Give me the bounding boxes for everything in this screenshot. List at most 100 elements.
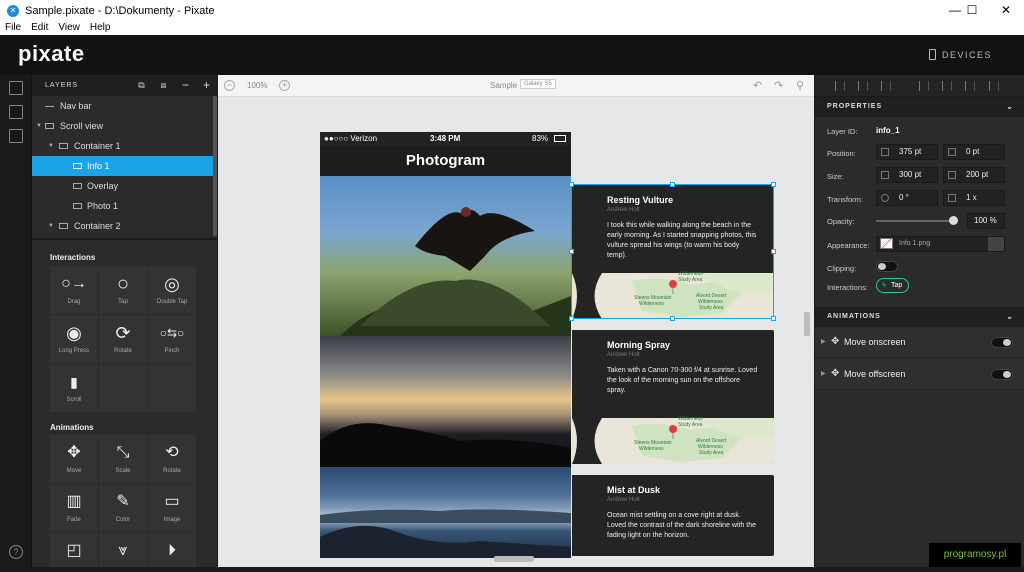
duplicate-icon[interactable]: ⧈ (156, 78, 172, 93)
vulture-silhouette (340, 207, 571, 336)
distribute-icon[interactable] (989, 81, 999, 91)
position-y-field[interactable]: 0 pt (943, 144, 1005, 160)
rotation-icon (881, 194, 889, 202)
properties-header[interactable]: PROPERTIES ⌄ (815, 97, 1024, 117)
layers-scrollbar[interactable] (213, 96, 217, 236)
layer-label: Photo 1 (87, 201, 119, 211)
layer-list: Nav bar ▼ Scroll view ▼ Container 1 Info… (32, 96, 217, 236)
appearance-field[interactable]: Info 1.png (876, 236, 1005, 252)
phone-screen[interactable]: ●●○○○ Verizon 3:48 PM 83% Photogram (320, 132, 571, 558)
rotation-field[interactable]: 0 ° (876, 190, 938, 206)
person-icon[interactable]: ⚲ (796, 79, 804, 92)
align-center-icon[interactable] (858, 81, 868, 91)
double-tap-interaction-tile[interactable]: ◎ Double Tap (148, 266, 196, 314)
layer-row[interactable]: Photo 1 (32, 196, 217, 216)
tool-strip: ? (0, 75, 32, 567)
opacity-slider[interactable] (876, 216, 958, 225)
clipping-toggle[interactable] (876, 261, 898, 272)
zoom-in-button[interactable]: + (279, 80, 290, 91)
nav-bar-title: Photogram (320, 146, 571, 176)
menu-file[interactable]: File (0, 21, 26, 35)
layer-id-value[interactable]: info_1 (876, 126, 900, 135)
pixate-window: ✕ Sample.pixate - D:\Dokumenty - Pixate … (0, 0, 1024, 572)
layer-row[interactable]: Overlay (32, 176, 217, 196)
layer-row[interactable]: ▼ Container 2 (32, 216, 217, 236)
rotate-animation-tile[interactable]: ⟲ Rotate (148, 435, 196, 483)
card-author: Andrew Holt (607, 497, 640, 503)
properties-title: PROPERTIES (827, 103, 883, 110)
expand-triangle-icon[interactable]: ▶ (821, 338, 826, 345)
fold-animation-tile[interactable]: ⩔ (99, 533, 147, 567)
sequence-animation-tile[interactable]: ⏵ (148, 533, 196, 567)
close-button[interactable]: ✕ (989, 0, 1023, 21)
zoom-out-button[interactable]: − (224, 80, 235, 91)
slider-knob[interactable] (949, 216, 958, 225)
device-badge[interactable]: Galaxy S5 (520, 79, 556, 89)
animation-row-move-offscreen[interactable]: ▶ ✥ Move offscreen (815, 360, 1024, 390)
appearance-dropdown-icon[interactable] (988, 237, 1004, 251)
layer-row-selected[interactable]: Info 1 (32, 156, 217, 176)
canvas-vertical-scrollbar[interactable] (804, 312, 810, 336)
pinch-interaction-tile[interactable]: ○⇆○ Pinch (148, 315, 196, 363)
animation-row-move-onscreen[interactable]: ▶ ✥ Move onscreen (815, 328, 1024, 358)
expand-triangle-icon[interactable]: ▶ (821, 370, 826, 377)
height-field[interactable]: 200 pt (943, 167, 1005, 183)
menu-edit[interactable]: Edit (26, 21, 53, 35)
remove-layer-icon[interactable]: − (178, 78, 194, 93)
rotate-interaction-tile[interactable]: ⟳ Rotate (99, 315, 147, 363)
animations-header[interactable]: ANIMATIONS ⌄ (815, 307, 1024, 327)
tap-interaction-tile[interactable]: ○ Tap (99, 266, 147, 314)
layers-tool-icon[interactable] (8, 81, 23, 95)
animation-toggle[interactable] (991, 369, 1013, 380)
menu-view[interactable]: View (53, 21, 85, 35)
animation-label: Move offscreen (844, 369, 906, 379)
drag-interaction-tile[interactable]: ○→ Drag (50, 266, 98, 314)
info-card-1[interactable]: Resting Vulture Andrew Holt I took this … (572, 185, 774, 319)
group-icon[interactable]: ⧉ (134, 78, 150, 93)
long-press-interaction-tile[interactable]: ◉ Long Press (50, 315, 98, 363)
canvas-horizontal-scrollbar[interactable] (494, 556, 534, 562)
design-canvas[interactable]: − 100% + Sample Galaxy S5 ↶ ↷ ⚲ ●●○○○ Ve… (218, 75, 814, 567)
add-layer-icon[interactable]: + (199, 78, 215, 93)
align-left-icon[interactable] (835, 81, 845, 91)
expand-arrow-icon[interactable]: ▼ (48, 223, 54, 229)
align-top-icon[interactable] (919, 81, 929, 91)
layer-row[interactable]: Nav bar (32, 96, 217, 116)
tap-interaction-badge[interactable]: ϟ Tap (876, 278, 910, 293)
devices-button[interactable]: DEVICES (928, 49, 992, 60)
layer-row[interactable]: ▼ Scroll view (32, 116, 217, 136)
preview-tool-icon[interactable] (8, 129, 23, 143)
animation-toggle[interactable] (991, 337, 1013, 348)
assets-tool-icon[interactable] (8, 105, 23, 119)
maximize-button[interactable]: ☐ (955, 0, 989, 21)
position-x-field[interactable]: 375 pt (876, 144, 938, 160)
resize-animation-tile[interactable]: ◰ (50, 533, 98, 567)
tile-label: Image (163, 517, 181, 523)
width-field[interactable]: 300 pt (876, 167, 938, 183)
layer-label: Nav bar (60, 101, 92, 111)
help-icon[interactable]: ? (9, 545, 23, 559)
menu-help[interactable]: Help (85, 21, 116, 35)
info-card-3[interactable]: Mist at Dusk Andrew Holt Ocean mist sett… (572, 475, 774, 556)
layer-row[interactable]: ▼ Container 1 (32, 136, 217, 156)
info-card-2[interactable]: Morning Spray Andrew Holt Taken with a C… (572, 330, 774, 464)
zoom-level[interactable]: 100% (247, 81, 267, 90)
fade-animation-tile[interactable]: ▥ Fade (50, 484, 98, 532)
scale-animation-tile[interactable]: ⤡ Scale (99, 435, 147, 483)
tile-label: Scroll (66, 397, 82, 403)
opacity-field[interactable]: 100 % (967, 213, 1005, 229)
card-title: Mist at Dusk (607, 485, 661, 495)
align-bottom-icon[interactable] (965, 81, 975, 91)
redo-icon[interactable]: ↷ (774, 79, 783, 92)
expand-arrow-icon[interactable]: ▼ (48, 143, 54, 149)
scroll-interaction-tile[interactable]: ▮ Scroll (50, 364, 98, 412)
move-animation-tile[interactable]: ✥ Move (50, 435, 98, 483)
undo-icon[interactable]: ↶ (753, 79, 762, 92)
scale-field[interactable]: 1 x (943, 190, 1005, 206)
align-middle-icon[interactable] (942, 81, 952, 91)
image-animation-tile[interactable]: ▭ Image (148, 484, 196, 532)
layer-id-label: Layer ID: (827, 127, 858, 136)
color-animation-tile[interactable]: ✎ Color (99, 484, 147, 532)
align-right-icon[interactable] (881, 81, 891, 91)
expand-arrow-icon[interactable]: ▼ (36, 123, 42, 129)
